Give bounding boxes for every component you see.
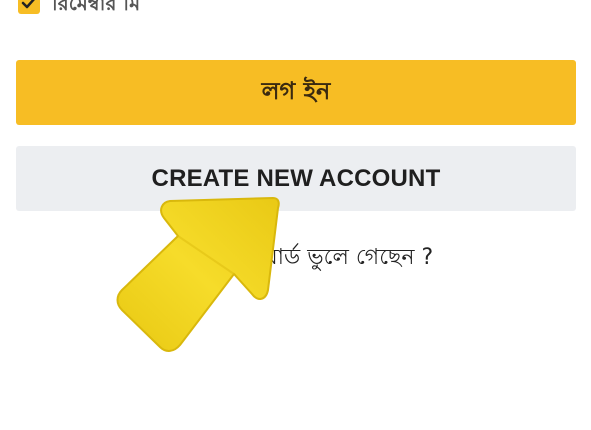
remember-me-checkbox[interactable] — [18, 0, 40, 14]
remember-me-label: রিমেম্বার মি — [52, 0, 141, 15]
login-screen: রিমেম্বার মি লগ ইন CREATE NEW ACCOUNT ডস… — [0, 0, 591, 430]
checkmark-icon — [21, 0, 35, 9]
login-button[interactable]: লগ ইন — [16, 60, 576, 125]
remember-me-row[interactable]: রিমেম্বার মি — [18, 0, 140, 14]
pointer-arrow-icon — [116, 197, 280, 352]
forgot-password-link[interactable]: ডসওয়ার্ড ভুলে গেছেন ? — [0, 240, 591, 277]
create-new-account-button[interactable]: CREATE NEW ACCOUNT — [16, 146, 576, 211]
